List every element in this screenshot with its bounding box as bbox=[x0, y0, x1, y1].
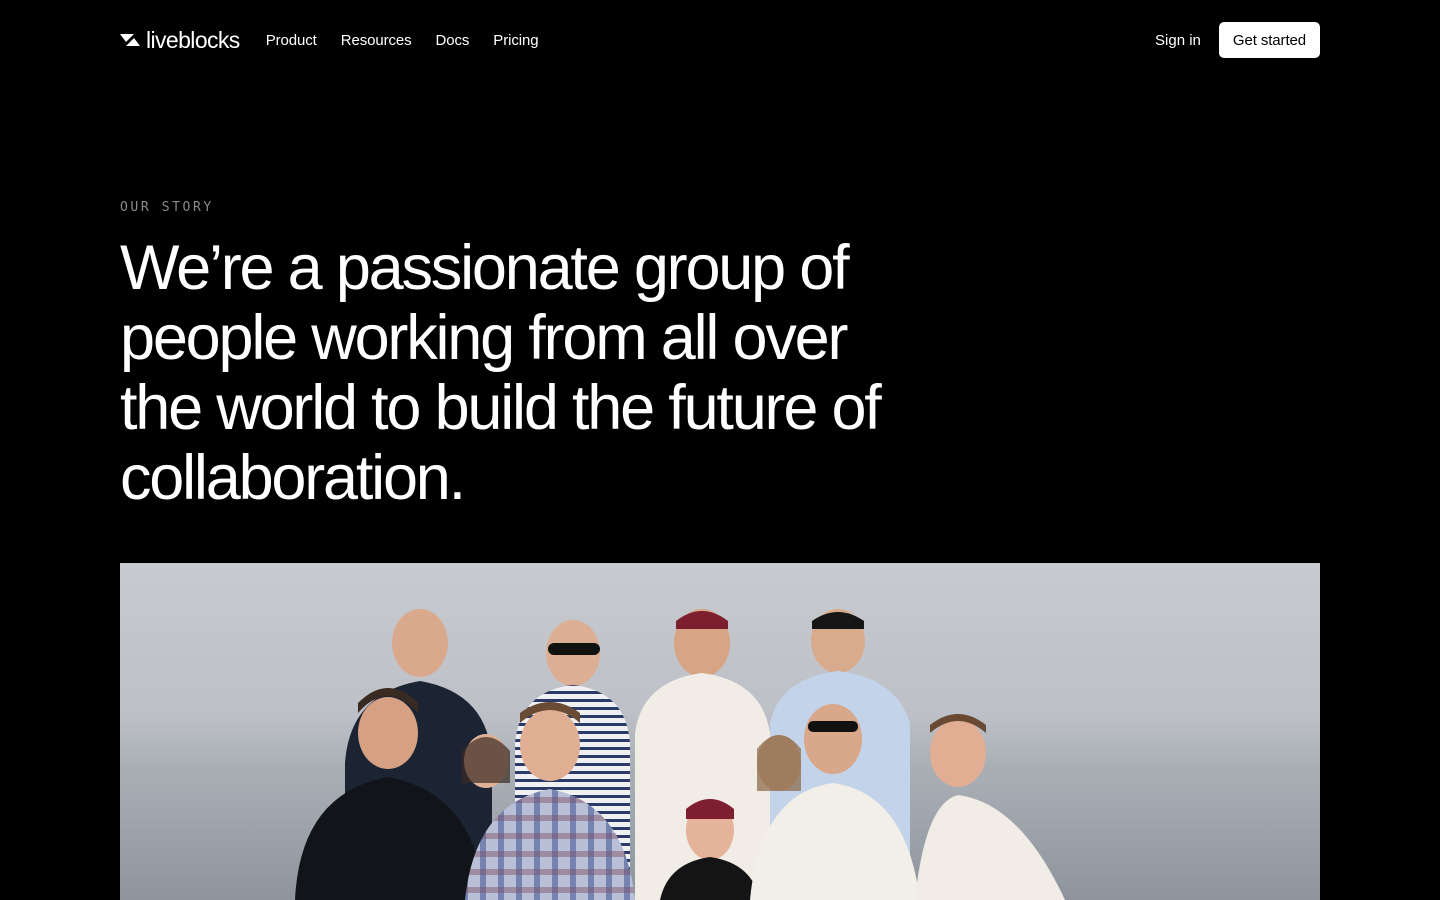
nav-link-pricing[interactable]: Pricing bbox=[493, 32, 538, 49]
liveblocks-logo-icon bbox=[120, 33, 140, 47]
nav-left: liveblocks Product Resources Docs Pricin… bbox=[120, 26, 539, 53]
top-navigation: liveblocks Product Resources Docs Pricin… bbox=[120, 22, 1320, 58]
nav-link-resources[interactable]: Resources bbox=[341, 32, 412, 49]
nav-links: Product Resources Docs Pricing bbox=[266, 32, 539, 49]
section-eyebrow: OUR STORY bbox=[120, 200, 214, 215]
brand-logo[interactable]: liveblocks bbox=[120, 26, 240, 53]
get-started-button[interactable]: Get started bbox=[1218, 22, 1320, 58]
nav-right: Sign in Get started bbox=[1155, 22, 1320, 58]
nav-link-product[interactable]: Product bbox=[266, 32, 317, 49]
hero-headline: We’re a passionate group of people worki… bbox=[120, 233, 882, 513]
sign-in-link[interactable]: Sign in bbox=[1155, 32, 1201, 49]
brand-name: liveblocks bbox=[146, 26, 240, 53]
nav-link-docs[interactable]: Docs bbox=[436, 32, 470, 49]
team-photo bbox=[120, 563, 1320, 900]
